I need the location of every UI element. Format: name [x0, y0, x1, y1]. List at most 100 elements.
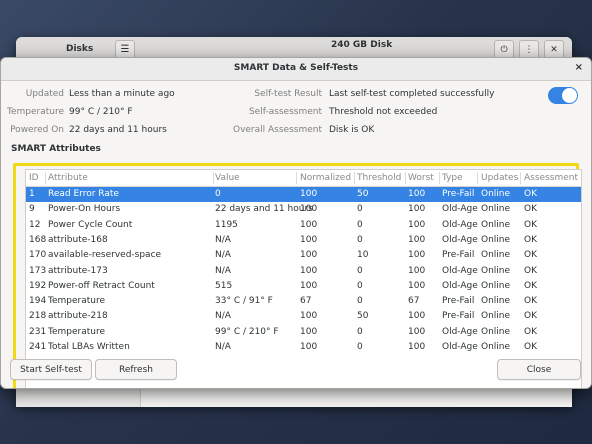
cell-threshold: 0	[357, 326, 363, 337]
cell-type: Old-Age	[442, 326, 478, 337]
column-separator	[213, 172, 214, 184]
self-assessment-label: Self-assessment	[248, 107, 322, 117]
cell-assessment: OK	[524, 189, 537, 199]
cell-id: 1	[29, 189, 35, 199]
table-row[interactable]: 192 Power-off Retract Count 515 100 0 100 Old-…	[26, 279, 581, 294]
cell-normalized: 100	[300, 265, 318, 276]
table-row[interactable]: 1 Read Error Rate 0 100 50 100 Pre-Fail Online O…	[26, 187, 581, 202]
powered-on-value: 22 days and 11 hours	[69, 125, 167, 135]
updated-value: Less than a minute ago	[69, 89, 175, 99]
cell-threshold: 10	[357, 250, 369, 261]
column-header-type[interactable]: Type	[442, 173, 463, 183]
column-separator	[477, 172, 478, 184]
cell-worst: 100	[408, 219, 426, 230]
cell-threshold: 0	[357, 234, 363, 245]
cell-normalized: 100	[300, 342, 318, 352]
cell-updates: Online	[481, 342, 511, 352]
disk-title: 240 GB Disk	[331, 40, 393, 50]
cell-attribute: attribute-173	[48, 265, 108, 276]
smart-attributes-heading: SMART Attributes	[11, 144, 101, 154]
close-icon: ×	[574, 62, 583, 73]
overall-assessment-label: Overall Assessment	[232, 125, 322, 135]
cell-worst: 100	[408, 265, 426, 276]
cell-attribute: attribute-168	[48, 234, 108, 245]
column-header-value[interactable]: Value	[215, 173, 240, 183]
cell-assessment: OK	[524, 265, 537, 276]
column-header-threshold[interactable]: Threshold	[357, 173, 401, 183]
cell-threshold: 50	[357, 311, 369, 322]
cell-id: 241	[29, 342, 47, 352]
column-separator	[405, 172, 406, 184]
cell-assessment: OK	[524, 342, 537, 352]
cell-type: Pre-Fail	[442, 296, 475, 307]
smart-enable-switch[interactable]	[548, 87, 578, 104]
cell-id: 168	[29, 234, 47, 245]
dialog-close-button[interactable]: ×	[575, 62, 583, 73]
cell-value: 1195	[215, 219, 238, 230]
cell-normalized: 100	[300, 234, 318, 245]
column-header-normalized[interactable]: Normalized	[300, 173, 351, 183]
close-button[interactable]: Close	[497, 359, 581, 380]
cell-value: N/A	[215, 250, 231, 261]
table-row[interactable]: 168 attribute-168 N/A 100 0 100 Old-Age Online O…	[26, 233, 581, 248]
cell-assessment: OK	[524, 280, 537, 291]
more-vertical-icon: ⋮	[524, 44, 534, 55]
cell-id: 12	[29, 219, 41, 230]
column-header-assessment[interactable]: Assessment	[524, 173, 578, 183]
table-row[interactable]: 170 available-reserved-space N/A 100 10 100 Pr…	[26, 248, 581, 263]
column-separator	[45, 172, 46, 184]
cell-assessment: OK	[524, 219, 537, 230]
cell-value: 33° C / 91° F	[215, 296, 273, 307]
cell-updates: Online	[481, 265, 511, 276]
updated-label: Updated	[25, 89, 64, 99]
cell-normalized: 100	[300, 326, 318, 337]
cell-worst: 100	[408, 250, 426, 261]
refresh-button[interactable]: Refresh	[95, 359, 177, 380]
column-header-worst[interactable]: Worst	[408, 173, 434, 183]
table-row[interactable]: 194 Temperature 33° C / 91° F 67 0 67 Pre-Fail…	[26, 294, 581, 309]
column-header-attribute[interactable]: Attribute	[48, 173, 88, 183]
cell-threshold: 50	[357, 189, 369, 199]
cell-updates: Online	[481, 280, 511, 291]
table-header: ID Attribute Value Normalized Threshold Worst…	[26, 170, 581, 187]
cell-updates: Online	[481, 250, 511, 261]
cell-normalized: 100	[300, 204, 318, 215]
table-row[interactable]: 231 Temperature 99° C / 210° F 100 0 100 Old-A…	[26, 325, 581, 340]
cell-id: 231	[29, 326, 47, 337]
column-separator	[354, 172, 355, 184]
table-row[interactable]: 9 Power-On Hours 22 days and 11 hours 100 0 1…	[26, 202, 581, 217]
self-assessment-value: Threshold not exceeded	[329, 107, 438, 117]
cell-worst: 100	[408, 234, 426, 245]
table-row[interactable]: 218 attribute-218 N/A 100 50 100 Pre-Fail Onlin…	[26, 309, 581, 324]
cell-updates: Online	[481, 189, 511, 199]
smart-attributes-table[interactable]: ID Attribute Value Normalized Threshold Worst…	[25, 169, 582, 388]
column-header-updates[interactable]: Updates	[481, 173, 518, 183]
cell-assessment: OK	[524, 250, 537, 261]
cell-value: N/A	[215, 342, 231, 352]
cell-attribute: Total LBAs Written	[48, 342, 130, 352]
cell-worst: 100	[408, 342, 426, 352]
table-row[interactable]: 173 attribute-173 N/A 100 0 100 Old-Age Online O…	[26, 264, 581, 279]
cell-worst: 100	[408, 280, 426, 291]
column-header-id[interactable]: ID	[29, 173, 39, 183]
powered-on-label: Powered On	[10, 125, 64, 135]
cell-id: 218	[29, 311, 47, 322]
table-row[interactable]: 12 Power Cycle Count 1195 100 0 100 Old-Age Onl…	[26, 218, 581, 233]
cell-normalized: 100	[300, 219, 318, 230]
cell-attribute: Temperature	[48, 326, 106, 337]
cell-threshold: 0	[357, 280, 363, 291]
cell-attribute: available-reserved-space	[48, 250, 162, 261]
column-separator	[439, 172, 440, 184]
cell-assessment: OK	[524, 234, 537, 245]
cell-value: 515	[215, 280, 233, 291]
overall-assessment-value: Disk is OK	[329, 125, 375, 135]
dialog-title: SMART Data & Self-Tests	[233, 63, 359, 73]
cell-threshold: 0	[357, 296, 363, 307]
start-self-test-button[interactable]: Start Self-test	[10, 359, 92, 380]
table-row[interactable]: 241 Total LBAs Written N/A 100 0 100 Old-Age On…	[26, 340, 581, 355]
power-icon: ⏻	[500, 44, 508, 55]
cell-updates: Online	[481, 296, 511, 307]
cell-attribute: attribute-218	[48, 311, 108, 322]
cell-normalized: 100	[300, 250, 318, 261]
cell-id: 173	[29, 265, 47, 276]
